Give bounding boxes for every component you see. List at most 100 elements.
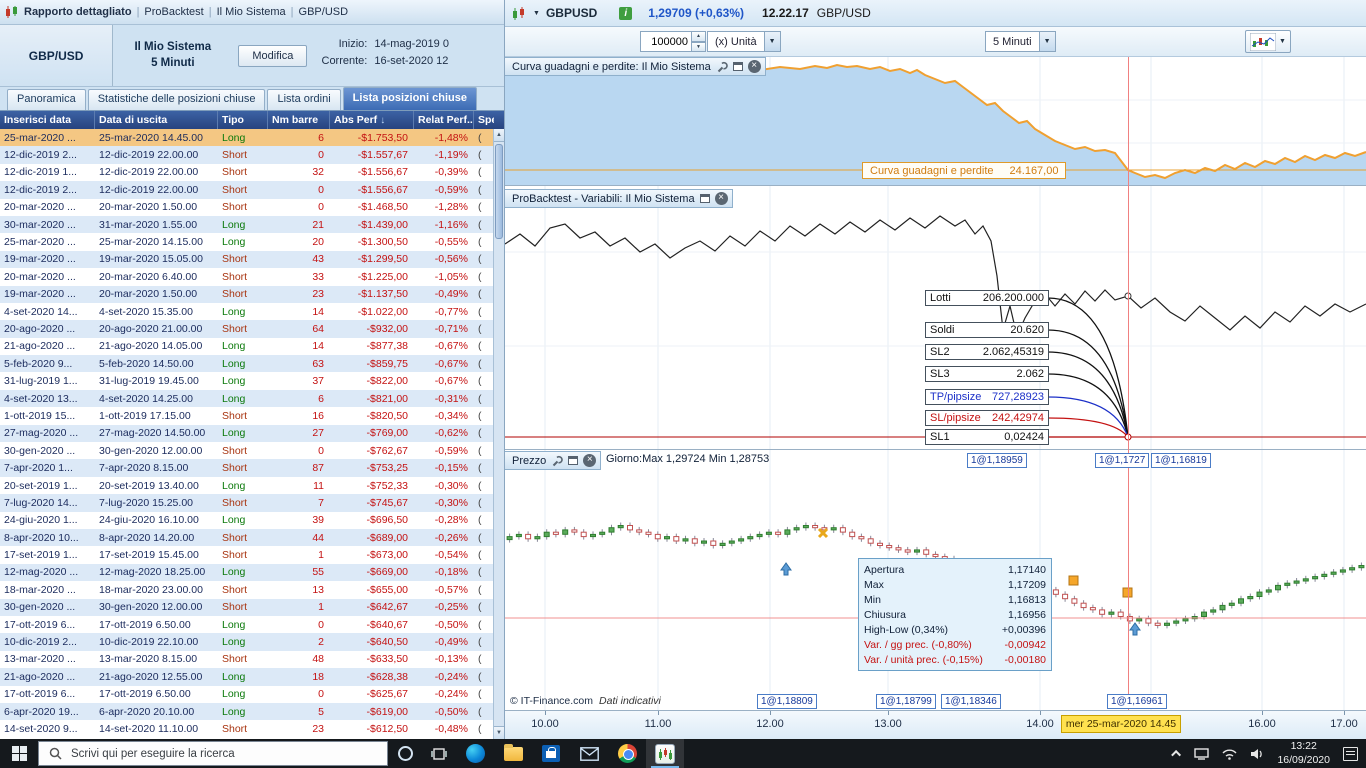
titlebar-item-system[interactable]: Il Mio Sistema — [217, 6, 286, 18]
col-nm-barre[interactable]: Nm barre — [268, 111, 330, 129]
quantity-stepper[interactable]: 100000 ▲ ▼ — [640, 31, 706, 52]
table-row[interactable]: 6-apr-2020 19... 6-apr-2020 20.10.00 Long 5… — [0, 702, 494, 721]
start-button[interactable] — [0, 739, 38, 768]
table-row[interactable]: 17-set-2019 1... 17-set-2019 15.45.00 Shor… — [0, 546, 494, 564]
table-row[interactable]: 30-mar-2020 ... 31-mar-2020 1.55.00 Long 21… — [0, 215, 494, 234]
table-row[interactable]: 7-lug-2020 14... 7-lug-2020 15.25.00 Short… — [0, 494, 494, 512]
quantity-down-arrow[interactable]: ▼ — [692, 41, 706, 52]
table-row[interactable]: 20-ago-2020 ... 20-ago-2020 21.00.00 Short… — [0, 320, 494, 338]
table-row[interactable]: 4-set-2020 14... 4-set-2020 15.35.00 Long 1… — [0, 302, 494, 321]
table-row[interactable]: 8-apr-2020 10... 8-apr-2020 14.20.00 Short… — [0, 528, 494, 547]
scroll-up-arrow[interactable]: ▲ — [494, 129, 504, 142]
close-panel-icon[interactable]: × — [714, 192, 728, 205]
unit-dropdown[interactable]: (x) Unità ▼ — [707, 31, 781, 52]
table-row[interactable]: 21-ago-2020 ... 21-ago-2020 14.05.00 Long 1… — [0, 337, 494, 356]
titlebar-item-pair[interactable]: GBP/USD — [299, 6, 349, 18]
taskbar-store-button[interactable] — [532, 739, 570, 768]
taskbar-file-explorer-button[interactable] — [494, 739, 532, 768]
report-scrollbar[interactable]: ▲ ▼ — [493, 129, 504, 739]
taskbar-mail-button[interactable] — [570, 739, 608, 768]
variable-name: Soldi — [930, 324, 955, 336]
table-row[interactable]: 17-ott-2019 6... 17-ott-2019 6.50.00 Long 0… — [0, 615, 494, 634]
table-row[interactable]: 12-dic-2019 1... 12-dic-2019 22.00.00 Shor… — [0, 163, 494, 182]
network-wifi-icon[interactable] — [1222, 748, 1237, 760]
timeframe-dropdown-arrow[interactable]: ▼ — [1039, 31, 1056, 52]
unit-dropdown-arrow[interactable]: ▼ — [764, 31, 781, 52]
table-row[interactable]: 25-mar-2020 ... 25-mar-2020 14.45.00 Long 6… — [0, 129, 494, 147]
table-row[interactable]: 20-mar-2020 ... 20-mar-2020 1.50.00 Short 0… — [0, 198, 494, 216]
time-axis[interactable]: mer 25-mar-2020 14.45 10.00 11.00 12.00 13.… — [505, 710, 1366, 739]
task-view-button[interactable] — [422, 739, 456, 768]
tray-expand-icon[interactable] — [1171, 749, 1182, 760]
crosshair-vertical-line — [1128, 57, 1129, 710]
close-panel-icon[interactable]: × — [583, 454, 597, 467]
cell-entry-date: 8-apr-2020 10... — [4, 531, 79, 544]
close-panel-icon[interactable]: × — [747, 60, 761, 73]
quantity-value[interactable]: 100000 — [640, 31, 692, 52]
restore-window-icon[interactable] — [699, 194, 710, 203]
taskbar-clock[interactable]: 13:22 16/09/2020 — [1277, 740, 1330, 766]
table-row[interactable]: 24-giu-2020 1... 24-giu-2020 16.10.00 Long… — [0, 511, 494, 529]
table-row[interactable]: 31-lug-2019 1... 31-lug-2019 19.45.00 Long… — [0, 372, 494, 390]
unit-value[interactable]: (x) Unità — [707, 31, 765, 52]
table-row[interactable]: 12-dic-2019 2... 12-dic-2019 22.00.00 Shor… — [0, 146, 494, 164]
scrollbar-thumb[interactable] — [495, 144, 503, 239]
panel-separator[interactable] — [505, 449, 1366, 450]
table-row[interactable]: 7-apr-2020 1... 7-apr-2020 8.15.00 Short 87… — [0, 459, 494, 477]
table-row[interactable]: 10-dic-2019 2... 10-dic-2019 22.10.00 Long… — [0, 633, 494, 651]
table-row[interactable]: 20-set-2019 1... 20-set-2019 13.40.00 Long… — [0, 476, 494, 495]
table-row[interactable]: 21-ago-2020 ... 21-ago-2020 12.55.00 Long 1… — [0, 668, 494, 686]
titlebar-item-probacktest[interactable]: ProBacktest — [144, 6, 203, 18]
table-row[interactable]: 1-ott-2019 15... 1-ott-2019 17.15.00 Short… — [0, 407, 494, 425]
restore-window-icon[interactable] — [732, 62, 743, 71]
tab-panoramica[interactable]: Panoramica — [7, 89, 86, 110]
quantity-up-arrow[interactable]: ▲ — [692, 31, 706, 42]
panel-separator[interactable] — [505, 185, 1366, 186]
symbol-dropdown-arrow[interactable]: ▼ — [533, 10, 540, 17]
taskbar-prorealtime-button[interactable] — [646, 739, 684, 768]
col-abs-perf[interactable]: Abs Perf ↓ — [330, 111, 414, 129]
table-row[interactable]: 17-ott-2019 6... 17-ott-2019 6.50.00 Long 0… — [0, 685, 494, 703]
col-entry-date[interactable]: Inserisci data — [0, 111, 95, 129]
timeframe-value[interactable]: 5 Minuti — [985, 31, 1040, 52]
table-row[interactable]: 18-mar-2020 ... 18-mar-2020 23.00.00 Short… — [0, 581, 494, 599]
table-row[interactable]: 20-mar-2020 ... 20-mar-2020 6.40.00 Short 3… — [0, 268, 494, 286]
instrument-info-icon[interactable]: i — [619, 6, 633, 20]
col-spese[interactable]: Spese b... — [474, 111, 494, 129]
taskbar-search-input[interactable]: Scrivi qui per eseguire la ricerca — [38, 741, 388, 766]
tab-lista-posizioni-chiuse[interactable]: Lista posizioni chiuse — [342, 87, 477, 110]
table-row[interactable]: 19-mar-2020 ... 19-mar-2020 15.05.00 Short… — [0, 250, 494, 269]
modify-button[interactable]: Modifica — [238, 44, 308, 67]
table-row[interactable]: 30-gen-2020 ... 30-gen-2020 12.00.00 Short… — [0, 598, 494, 616]
col-exit-date[interactable]: Data di uscita — [95, 111, 218, 129]
col-relat-perf[interactable]: Relat Perf... — [414, 111, 474, 129]
table-row[interactable]: 5-feb-2020 9... 5-feb-2020 14.50.00 Long 63… — [0, 355, 494, 373]
chart-type-button[interactable]: ▼ — [1245, 30, 1291, 53]
table-row[interactable]: 12-mag-2020 ... 12-mag-2020 18.25.00 Long 5… — [0, 563, 494, 582]
table-row[interactable]: 25-mar-2020 ... 25-mar-2020 14.15.00 Long 2… — [0, 233, 494, 251]
timeframe-dropdown[interactable]: 5 Minuti ▼ — [985, 31, 1056, 52]
display-icon[interactable] — [1194, 747, 1210, 760]
table-row[interactable]: 30-gen-2020 ... 30-gen-2020 12.00.00 Short… — [0, 442, 494, 460]
cortana-button[interactable] — [388, 739, 422, 768]
tab-statistiche-posizioni-chiuse[interactable]: Statistiche delle posizioni chiuse — [87, 89, 266, 110]
symbol-label[interactable]: GBPUSD — [546, 6, 597, 20]
titlebar-item-report[interactable]: Rapporto dettagliato — [24, 6, 132, 18]
table-row[interactable]: 4-set-2020 13... 4-set-2020 14.25.00 Long 6… — [0, 389, 494, 408]
table-row[interactable]: 27-mag-2020 ... 27-mag-2020 14.50.00 Long 2… — [0, 424, 494, 443]
table-row[interactable]: 13-mar-2020 ... 13-mar-2020 8.15.00 Short 4… — [0, 650, 494, 669]
taskbar-chrome-button[interactable] — [608, 739, 646, 768]
wrench-icon[interactable] — [551, 455, 564, 467]
restore-window-icon[interactable] — [568, 456, 579, 465]
taskbar-edge-button[interactable] — [456, 739, 494, 768]
scroll-down-arrow[interactable]: ▼ — [494, 726, 504, 739]
volume-icon[interactable] — [1250, 748, 1264, 760]
action-center-icon[interactable] — [1343, 746, 1358, 761]
table-row[interactable]: 12-dic-2019 2... 12-dic-2019 22.00.00 Shor… — [0, 181, 494, 199]
col-tipo[interactable]: Tipo — [218, 111, 268, 129]
tab-lista-ordini[interactable]: Lista ordini — [267, 89, 341, 110]
table-row[interactable]: 19-mar-2020 ... 20-mar-2020 1.50.00 Short 2… — [0, 285, 494, 303]
table-row[interactable]: 14-set-2020 9... 14-set-2020 11.10.00 Shor… — [0, 720, 494, 738]
cell-abs-perf: -$820,50 — [366, 409, 408, 422]
wrench-icon[interactable] — [716, 61, 728, 73]
